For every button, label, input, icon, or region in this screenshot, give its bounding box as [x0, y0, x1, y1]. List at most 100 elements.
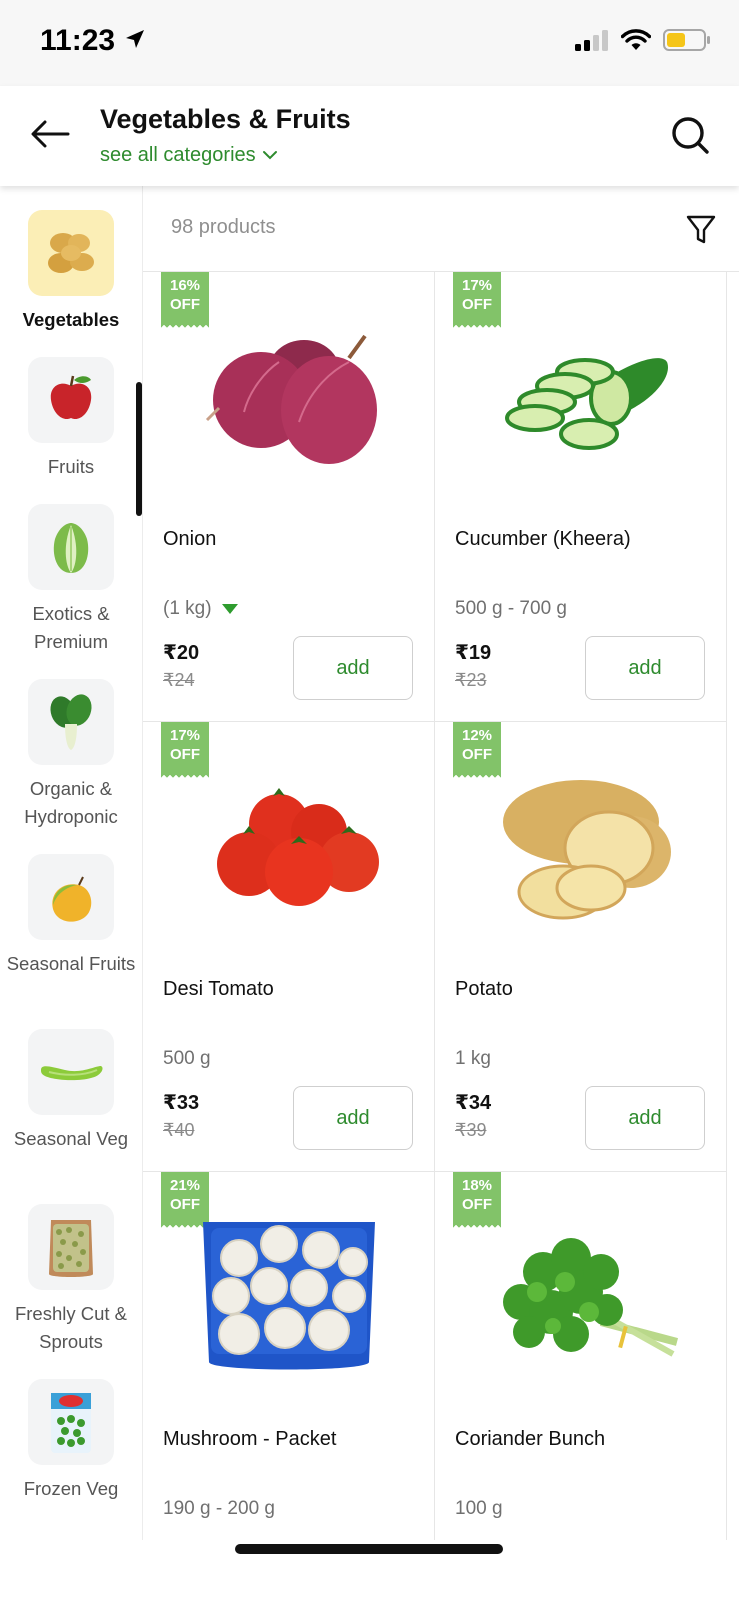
discount-badge: 12% OFF	[453, 722, 501, 778]
discount-percent: 17%	[169, 727, 201, 744]
add-to-cart-button[interactable]: add	[293, 636, 413, 700]
sidebar-item-organic-hydroponic[interactable]: Organic & Hydroponic	[0, 679, 142, 831]
sidebar-item-seasonal-fruits[interactable]: Seasonal Fruits	[0, 854, 142, 978]
sidebar-item-label: Seasonal Veg	[13, 1128, 129, 1149]
wifi-icon	[620, 29, 652, 56]
status-time: 11:23	[40, 24, 116, 57]
product-mrp: ₹23	[455, 670, 487, 690]
status-icons	[575, 28, 711, 57]
back-arrow-icon	[30, 119, 70, 154]
product-quantity: 1 kg	[455, 1048, 491, 1070]
battery-icon	[663, 28, 711, 57]
discount-badge: 21% OFF	[161, 1172, 209, 1228]
product-quantity-label: 190 g - 200 g	[163, 1498, 275, 1519]
discount-off-label: OFF	[462, 746, 492, 763]
back-button[interactable]	[28, 116, 72, 156]
product-name: Potato	[455, 978, 513, 1000]
product-card-coriander-bunch[interactable]: 18% OFF Coriander Bunch 100 g	[435, 1172, 727, 1540]
discount-off-label: OFF	[170, 296, 200, 313]
discount-percent: 17%	[461, 277, 493, 294]
discount-percent: 16%	[169, 277, 201, 294]
filter-icon	[686, 215, 716, 250]
products-toolbar: 98 products	[143, 186, 739, 272]
product-card-onion[interactable]: 16% OFF Onion (1 kg) ₹20 ₹24 add	[143, 272, 435, 722]
sidebar-item-label: Vegetables	[22, 309, 120, 330]
product-card-cucumber[interactable]: 17% OFF Cucumber (Kheera) 500 g - 700 g …	[435, 272, 727, 722]
product-card-potato[interactable]: 12% OFF Potato 1 kg ₹34 ₹39 add	[435, 722, 727, 1172]
product-quantity-label: (1 kg)	[163, 598, 212, 619]
discount-badge: 17% OFF	[453, 272, 501, 328]
discount-off-label: OFF	[462, 1196, 492, 1213]
product-name: Onion	[163, 528, 217, 550]
product-mrp: ₹39	[455, 1120, 487, 1140]
category-sidebar: Vegetables Fruits Exotics & Premium Orga…	[0, 186, 142, 1540]
discount-badge: 18% OFF	[453, 1172, 501, 1228]
gourd-icon	[28, 1029, 114, 1115]
cucumber-icon	[481, 322, 681, 472]
product-list-area: 98 products 16% OFF Onion (1 kg) ₹20 ₹24…	[142, 186, 739, 1540]
product-price: ₹34	[455, 1092, 492, 1114]
sidebar-item-frozen-veg[interactable]: Frozen Veg	[0, 1379, 142, 1503]
product-name: Coriander Bunch	[455, 1428, 606, 1450]
product-name: Mushroom - Packet	[163, 1428, 337, 1450]
home-indicator[interactable]	[235, 1544, 503, 1554]
tomato-icon	[189, 772, 389, 922]
product-mrp: ₹24	[163, 670, 195, 690]
product-card-desi-tomato[interactable]: 17% OFF Desi Tomato 500 g ₹33 ₹40 add	[143, 722, 435, 1172]
product-quantity: 190 g - 200 g	[163, 1498, 275, 1520]
product-name: Desi Tomato	[163, 978, 274, 1000]
sidebar-item-fruits[interactable]: Fruits	[0, 357, 142, 481]
sidebar-item-label: Freshly Cut & Sprouts	[14, 1303, 128, 1352]
search-icon	[669, 117, 713, 162]
status-time-group: 11:23	[40, 24, 147, 58]
product-card-mushroom-packet[interactable]: 21% OFF Mushroom - Packet 190 g - 200 g	[143, 1172, 435, 1540]
location-arrow-icon	[123, 27, 147, 56]
product-price: ₹19	[455, 642, 492, 664]
discount-off-label: OFF	[170, 1196, 200, 1213]
caret-down-icon[interactable]	[221, 604, 238, 614]
product-price: ₹33	[163, 1092, 200, 1114]
potato-icon	[481, 772, 681, 922]
discount-badge: 17% OFF	[161, 722, 209, 778]
sidebar-item-label: Organic & Hydroponic	[24, 778, 118, 827]
product-quantity-label: 1 kg	[455, 1048, 491, 1069]
sidebar-item-freshly-cut-sprouts[interactable]: Freshly Cut & Sprouts	[0, 1204, 142, 1356]
products-count: 98 products	[171, 216, 276, 238]
sidebar-item-vegetables[interactable]: Vegetables	[0, 210, 142, 334]
product-quantity-label: 100 g	[455, 1498, 503, 1519]
sidebar-item-label: Fruits	[47, 456, 95, 477]
coriander-icon	[481, 1222, 681, 1372]
product-quantity-label: 500 g - 700 g	[455, 598, 567, 619]
product-quantity-label: 500 g	[163, 1048, 211, 1069]
see-all-categories-link[interactable]: see all categories	[100, 144, 278, 167]
sidebar-item-label: Exotics & Premium	[32, 603, 110, 652]
filter-button[interactable]	[686, 214, 720, 248]
add-to-cart-button[interactable]: add	[293, 1086, 413, 1150]
sidebar-item-seasonal-veg[interactable]: Seasonal Veg	[0, 1029, 142, 1153]
discount-percent: 12%	[461, 727, 493, 744]
product-name: Cucumber (Kheera)	[455, 528, 631, 550]
mushroom-icon	[189, 1222, 389, 1372]
sprouts-icon	[28, 1204, 114, 1290]
cellular-signal-icon	[575, 29, 609, 56]
page-title: Vegetables & Fruits	[100, 104, 351, 134]
discount-percent: 18%	[461, 1177, 493, 1194]
product-price: ₹20	[163, 642, 200, 664]
discount-badge: 16% OFF	[161, 272, 209, 328]
add-to-cart-button[interactable]: add	[585, 636, 705, 700]
sidebar-item-label: Frozen Veg	[23, 1478, 119, 1499]
frozen-peas-icon	[28, 1379, 114, 1465]
potato-icon	[28, 210, 114, 296]
search-button[interactable]	[669, 114, 713, 158]
add-to-cart-button[interactable]: add	[585, 1086, 705, 1150]
apple-icon	[28, 357, 114, 443]
mango-icon	[28, 854, 114, 940]
bok-choy-icon	[28, 679, 114, 765]
discount-percent: 21%	[169, 1177, 201, 1194]
product-quantity[interactable]: (1 kg)	[163, 598, 238, 620]
product-quantity: 500 g	[163, 1048, 211, 1070]
sidebar-item-exotics-premium[interactable]: Exotics & Premium	[0, 504, 142, 656]
chevron-down-icon	[262, 144, 278, 167]
sidebar-item-label: Seasonal Fruits	[6, 953, 136, 974]
header: Vegetables & Fruits see all categories	[0, 86, 739, 186]
